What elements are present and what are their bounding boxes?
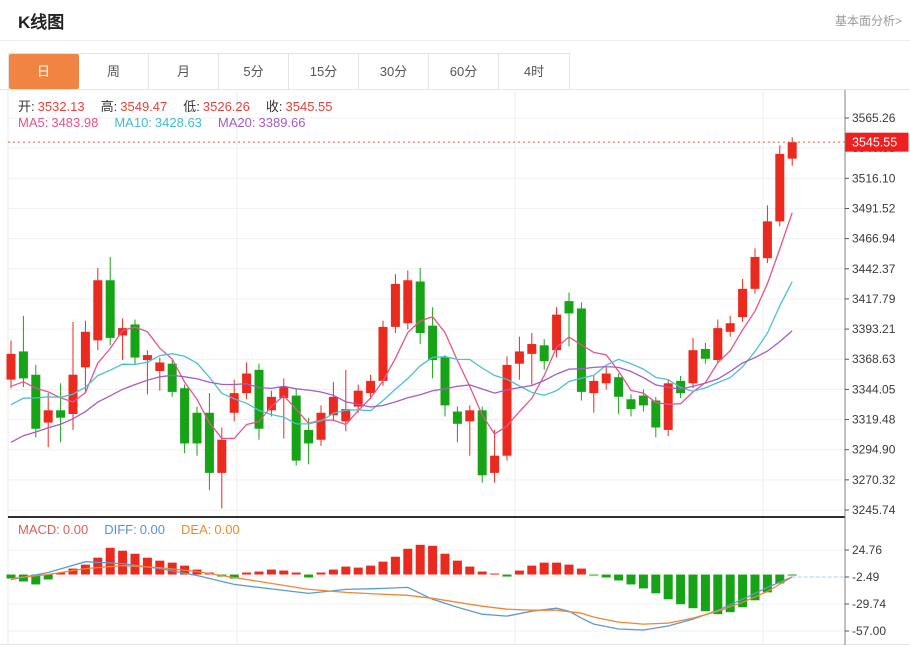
y-axis-label: 3393.21	[852, 322, 896, 336]
y-axis-label: 3270.32	[852, 473, 896, 487]
y-axis-label: 24.76	[852, 543, 882, 557]
y-axis-label: 3565.26	[852, 111, 896, 125]
legend-ma10: MA10:3428.63	[114, 115, 202, 130]
y-axis-label: 3344.05	[852, 382, 896, 396]
macd-legend: MACD:0.00 DIFF:0.00 DEA:0.00	[18, 522, 256, 537]
y-axis-label: 3516.10	[852, 171, 896, 185]
y-axis-layer: 3565.263540.683516.103491.523466.943442.…	[845, 90, 896, 645]
y-axis-label: 3319.48	[852, 413, 896, 427]
last-price-tag: 3545.55	[846, 133, 909, 152]
legend-ma5: MA5:3483.98	[18, 115, 98, 130]
y-axis-label: 3368.63	[852, 352, 896, 366]
legend-diff: DIFF:0.00	[104, 522, 165, 537]
legend-dea: DEA:0.00	[181, 522, 240, 537]
y-axis-label: 3442.37	[852, 262, 896, 276]
ohlc-legend: 开:3532.13 高:3549.47 低:3526.26 收:3545.55	[18, 96, 349, 115]
y-axis-label: 3491.52	[852, 201, 896, 215]
macd-layer	[7, 545, 846, 630]
y-axis-label: 3466.94	[852, 232, 896, 246]
y-axis-label: -2.49	[852, 570, 880, 584]
svg-text:3545.55: 3545.55	[852, 136, 897, 150]
ma-lines-layer	[11, 213, 792, 443]
y-axis-label: 3245.74	[852, 503, 896, 517]
legend-high: 高:3549.47	[101, 99, 168, 114]
legend-open: 开:3532.13	[18, 99, 85, 114]
legend-close: 收:3545.55	[266, 99, 333, 114]
legend-macd: MACD:0.00	[18, 522, 88, 537]
y-axis-label: 3294.90	[852, 443, 896, 457]
legend-ma20: MA20:3389.66	[218, 115, 306, 130]
candlestick-layer	[7, 137, 797, 508]
y-axis-label: 3417.79	[852, 292, 896, 306]
y-axis-label: -57.00	[852, 624, 886, 638]
ma-legend: MA5:3483.98 MA10:3428.63 MA20:3389.66	[18, 115, 322, 130]
y-axis-label: -29.74	[852, 597, 886, 611]
legend-low: 低:3526.26	[183, 99, 250, 114]
kline-widget: K线图 基本面分析> 日周月5分15分30分60分4时 开:3532.13高:3…	[0, 0, 910, 646]
